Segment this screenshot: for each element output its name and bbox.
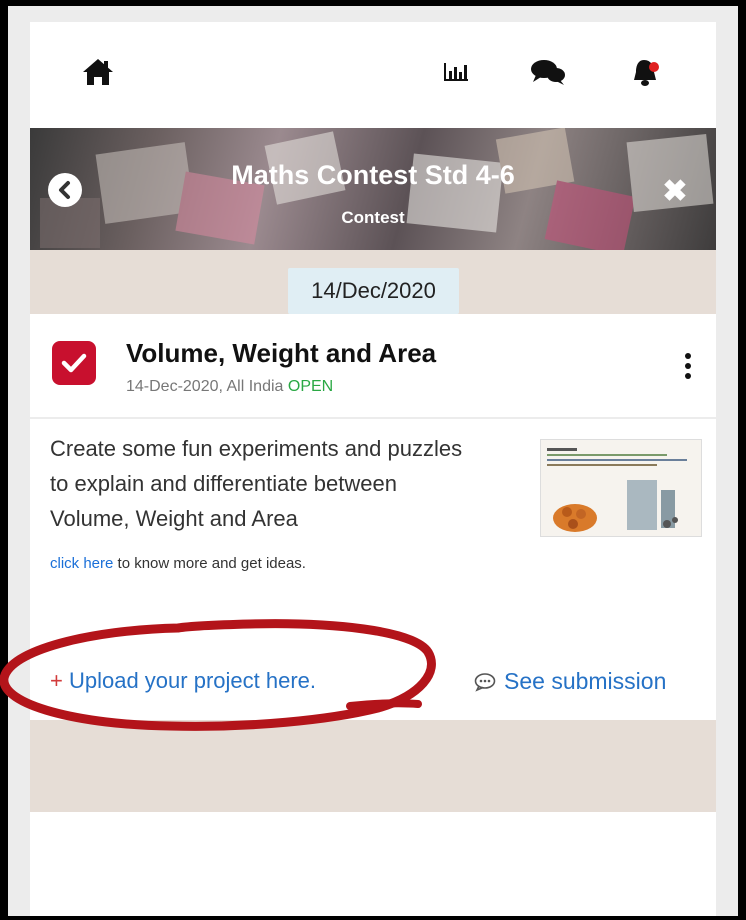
top-toolbar <box>30 22 716 128</box>
see-submission-label: See submission <box>504 668 667 694</box>
status-badge: OPEN <box>287 378 334 395</box>
more-info-suffix: to know more and get ideas. <box>113 555 306 572</box>
date-pill: 14/Dec/2020 <box>288 268 459 314</box>
kebab-menu-icon[interactable] <box>678 344 698 388</box>
lower-band <box>30 720 716 812</box>
contest-card-header: Volume, Weight and Area 14-Dec-2020, All… <box>30 314 716 419</box>
bell-icon[interactable] <box>624 50 668 94</box>
upload-plus: + <box>50 668 63 693</box>
card-description: Create some fun experiments and puzzles … <box>50 436 463 531</box>
upload-label: Upload your project here. <box>62 668 316 693</box>
card-meta: 14-Dec-2020, All India OPEN <box>126 378 333 396</box>
checkbox-checked[interactable] <box>52 341 96 385</box>
contest-card-body: Create some fun experiments and puzzles … <box>30 419 716 719</box>
contest-title: Maths Contest Std 4-6 <box>231 160 515 190</box>
card-meta-date-region: 14-Dec-2020, All India <box>126 378 288 395</box>
click-here-link[interactable]: click here <box>50 555 113 572</box>
check-icon <box>61 353 87 373</box>
notification-dot <box>649 62 659 72</box>
home-icon[interactable] <box>76 50 120 94</box>
project-thumbnail[interactable] <box>540 439 702 537</box>
upload-project-link[interactable]: + Upload your project here. <box>50 668 316 694</box>
bar-chart-icon[interactable] <box>434 50 478 94</box>
more-info-line: click here to know more and get ideas. <box>50 555 306 572</box>
chat-bubbles-icon[interactable] <box>526 50 570 94</box>
date-band: 14/Dec/2020 <box>30 250 716 314</box>
screenshot-frame: Maths Contest Std 4-6 Contest ✖ 14/Dec/2… <box>8 6 738 916</box>
close-icon[interactable]: ✖ <box>658 174 692 208</box>
contest-subtitle: Contest <box>341 208 405 227</box>
see-submission-button[interactable]: See submission <box>474 668 666 695</box>
comment-icon <box>474 672 496 692</box>
contest-banner: Maths Contest Std 4-6 Contest ✖ <box>30 128 716 250</box>
card-title: Volume, Weight and Area <box>126 338 437 368</box>
app-window: Maths Contest Std 4-6 Contest ✖ 14/Dec/2… <box>30 22 716 916</box>
lower-area <box>30 812 716 916</box>
